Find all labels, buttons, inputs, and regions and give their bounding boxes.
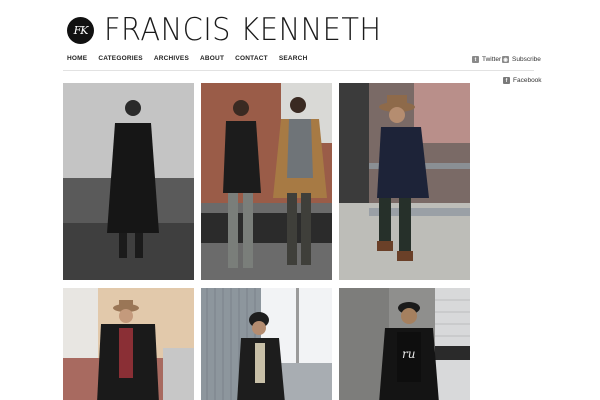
site-title: FRANCIS KENNETH: [104, 12, 382, 48]
facebook-label: Facebook: [513, 77, 542, 84]
main-nav: HOME CATEGORIES ARCHIVES ABOUT CONTACT S…: [67, 55, 318, 62]
nav-about[interactable]: ABOUT: [200, 55, 224, 62]
subscribe-link[interactable]: ◉ Subscribe: [502, 56, 541, 63]
nav-search[interactable]: SEARCH: [279, 55, 308, 62]
nav-archives[interactable]: ARCHIVES: [154, 55, 189, 62]
twitter-link[interactable]: t Twitter: [472, 56, 501, 63]
photo-2-image: [201, 83, 332, 280]
photo-post-3[interactable]: [339, 83, 470, 280]
photo-post-2[interactable]: [201, 83, 332, 280]
rss-icon: ◉: [502, 56, 509, 63]
photo-post-6[interactable]: ru: [339, 288, 470, 400]
photo-post-5[interactable]: [201, 288, 332, 400]
svg-text:ru: ru: [402, 347, 415, 361]
photo-post-1[interactable]: [63, 83, 194, 280]
facebook-link[interactable]: f Facebook: [503, 77, 542, 84]
photo-3-image: [339, 83, 470, 280]
twitter-label: Twitter: [482, 56, 502, 63]
nav-categories[interactable]: CATEGORIES: [98, 55, 143, 62]
logo-monogram: FK: [67, 16, 94, 44]
subscribe-label: Subscribe: [512, 56, 541, 63]
photo-4-image: [63, 288, 194, 400]
nav-home[interactable]: HOME: [67, 55, 87, 62]
twitter-icon: t: [472, 56, 479, 63]
facebook-icon: f: [503, 77, 510, 84]
photo-5-image: [201, 288, 332, 400]
header-divider: [63, 70, 534, 71]
photo-1-image: [63, 83, 194, 280]
photo-post-4[interactable]: [63, 288, 194, 400]
nav-contact[interactable]: CONTACT: [235, 55, 268, 62]
site-logo[interactable]: FK FRANCIS KENNETH: [67, 14, 402, 46]
photo-6-image: ru: [339, 288, 470, 400]
